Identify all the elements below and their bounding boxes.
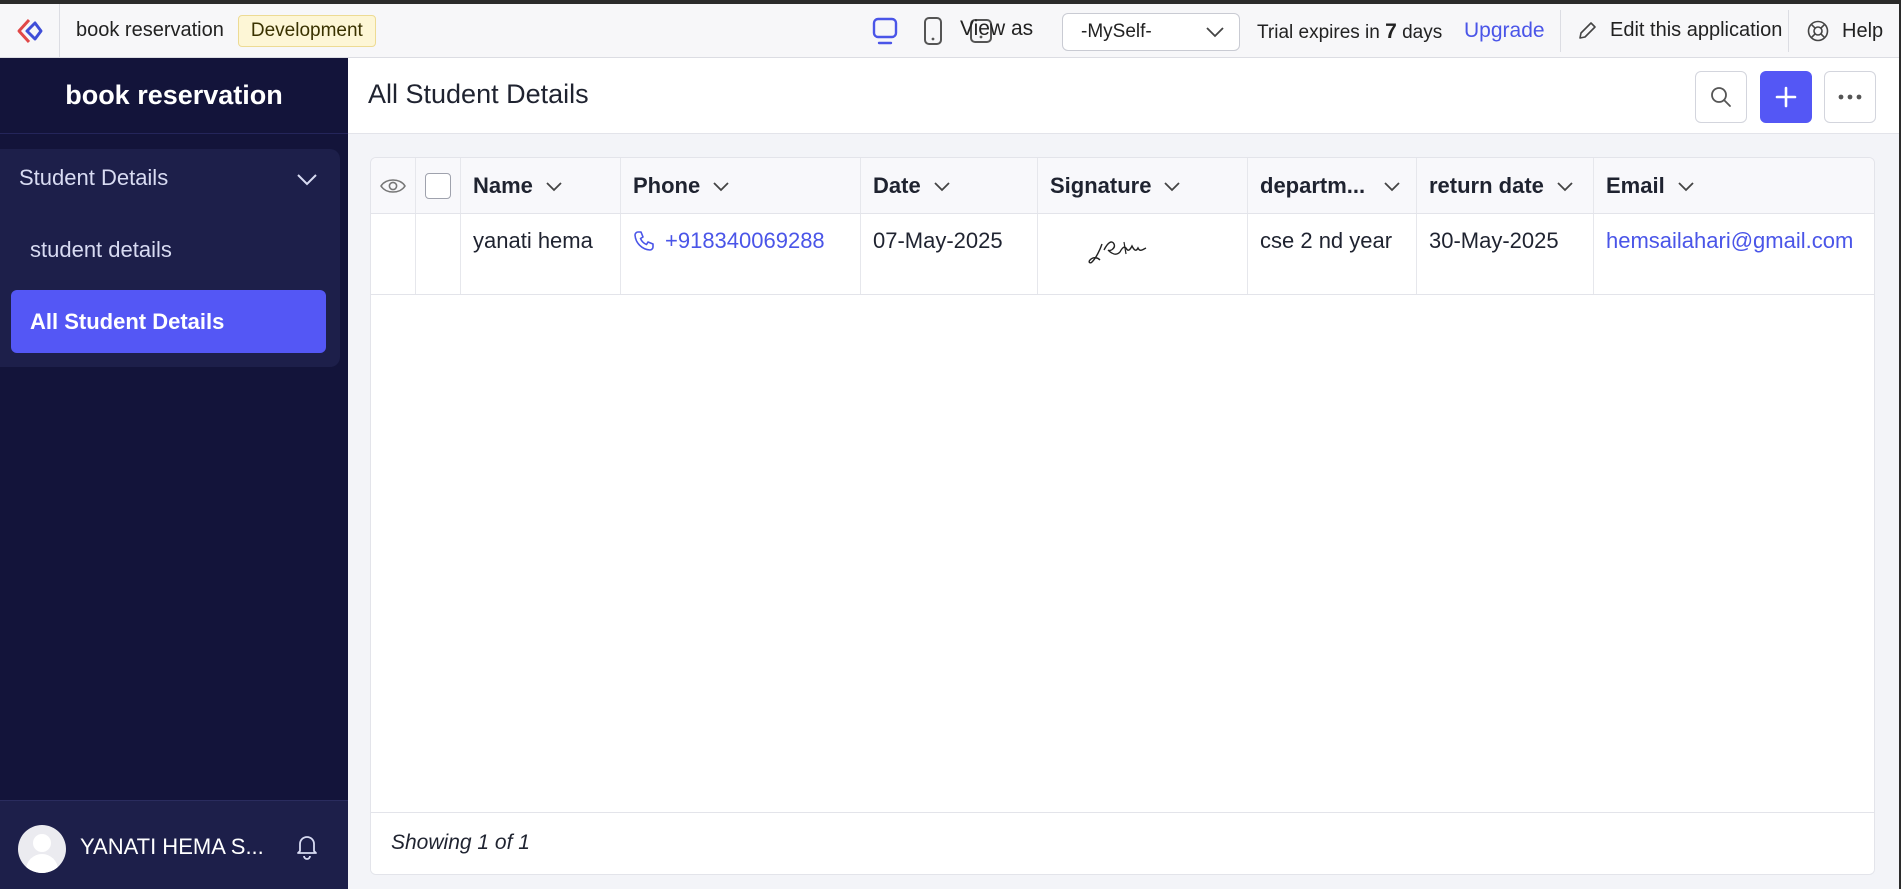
column-header-label: Signature xyxy=(1050,172,1152,198)
cell-date: 07-May-2025 xyxy=(861,214,1038,294)
sidebar-item-all-student-details[interactable]: All Student Details xyxy=(11,290,326,353)
column-header-label: Name xyxy=(473,172,533,198)
logo-icon xyxy=(17,18,42,43)
column-header-date[interactable]: Date xyxy=(861,158,1038,213)
trial-prefix: Trial expires in xyxy=(1257,22,1386,43)
table-row[interactable]: yanati hema +918340069288 07-May-2025 cs… xyxy=(371,214,1874,295)
help-label: Help xyxy=(1842,19,1884,42)
chevron-down-icon xyxy=(1206,27,1224,38)
cell-phone: +918340069288 xyxy=(621,214,861,294)
records-table: Name Phone Date Signature departm... ret… xyxy=(370,157,1875,875)
column-header-return-date[interactable]: return date xyxy=(1417,158,1594,213)
cell-name: yanati hema xyxy=(461,214,621,294)
column-header-department[interactable]: departm... xyxy=(1248,158,1417,213)
cell-signature xyxy=(1038,214,1248,294)
cell-return-date: 30-May-2025 xyxy=(1417,214,1594,294)
email-link[interactable]: hemsailahari@gmail.com xyxy=(1606,228,1853,254)
environment-badge[interactable]: Development xyxy=(237,14,376,47)
chevron-down-icon xyxy=(1557,181,1573,191)
user-name[interactable]: YANATI HEMA S... xyxy=(80,834,264,860)
edit-application-label: Edit this application xyxy=(1610,19,1783,41)
chevron-down-icon xyxy=(1384,181,1400,191)
signature-image[interactable] xyxy=(1080,230,1160,274)
app-name: book reservation xyxy=(76,19,224,41)
trial-notice: Trial expires in 7 days xyxy=(1257,20,1442,44)
phone-number: +918340069288 xyxy=(665,228,825,253)
view-as-select[interactable]: -MySelf- xyxy=(1062,13,1240,51)
edit-application-button[interactable]: Edit this application xyxy=(1576,19,1782,42)
monitor-icon xyxy=(872,17,898,45)
pencil-icon xyxy=(1579,21,1596,39)
column-header-label: Email xyxy=(1606,172,1665,198)
chevron-down-icon xyxy=(934,181,950,191)
column-header-label: Date xyxy=(873,172,921,198)
app-logo[interactable] xyxy=(0,3,60,58)
sidebar: book reservation Student Details student… xyxy=(0,58,348,889)
chevron-down-icon xyxy=(1678,181,1694,191)
column-header-name[interactable]: Name xyxy=(461,158,621,213)
column-header-signature[interactable]: Signature xyxy=(1038,158,1248,213)
more-horizontal-icon xyxy=(1838,94,1862,100)
record-count: Showing 1 of 1 xyxy=(391,831,530,854)
top-bar: book reservation Development View as -My… xyxy=(0,3,1899,58)
column-header-phone[interactable]: Phone xyxy=(621,158,861,213)
plus-icon xyxy=(1775,86,1797,108)
help-lifebuoy-icon xyxy=(1807,20,1829,42)
help-button[interactable]: Help xyxy=(1806,19,1883,43)
select-all-checkbox[interactable] xyxy=(425,172,451,199)
column-visibility-button[interactable] xyxy=(371,158,416,213)
table-footer: Showing 1 of 1 xyxy=(371,812,1874,874)
view-as-value: -MySelf- xyxy=(1081,21,1152,42)
search-icon xyxy=(1711,87,1731,107)
sidebar-item-student-details[interactable]: student details xyxy=(30,237,172,263)
mobile-view-button[interactable] xyxy=(916,14,950,48)
column-header-label: departm... xyxy=(1260,172,1366,198)
cell-email: hemsailahari@gmail.com xyxy=(1594,214,1874,294)
column-header-label: return date xyxy=(1429,172,1544,198)
row-select-cell xyxy=(416,214,461,294)
phone-link[interactable]: +918340069288 xyxy=(633,228,825,254)
desktop-view-button[interactable] xyxy=(868,14,902,48)
chevron-down-icon xyxy=(713,181,729,191)
view-as-label: View as xyxy=(960,17,1034,40)
add-record-button[interactable] xyxy=(1760,71,1812,123)
sidebar-user-footer: YANATI HEMA S... xyxy=(0,800,348,889)
column-header-label: Phone xyxy=(633,172,701,198)
page-title: All Student Details xyxy=(368,79,589,109)
search-button[interactable] xyxy=(1695,71,1747,123)
avatar[interactable] xyxy=(18,825,66,873)
upgrade-link[interactable]: Upgrade xyxy=(1464,19,1545,43)
topbar-divider xyxy=(1788,10,1789,52)
trial-suffix: days xyxy=(1396,22,1443,43)
sidebar-group-header[interactable]: Student Details xyxy=(19,165,168,191)
select-all-checkbox-cell xyxy=(416,158,461,213)
bell-icon[interactable] xyxy=(294,832,320,860)
sidebar-title: book reservation xyxy=(0,58,348,134)
table-header-row: Name Phone Date Signature departm... ret… xyxy=(371,158,1874,214)
row-view-cell xyxy=(371,214,416,294)
topbar-divider xyxy=(1560,10,1561,52)
page-header: All Student Details xyxy=(348,58,1899,134)
eye-icon xyxy=(380,178,406,193)
trial-days: 7 xyxy=(1385,20,1397,43)
more-options-button[interactable] xyxy=(1824,71,1876,123)
phone-icon xyxy=(634,231,654,251)
phone-device-icon xyxy=(924,17,942,45)
main-content: All Student Details Name Phone Date Sign… xyxy=(348,58,1899,889)
chevron-down-icon xyxy=(546,181,562,191)
column-header-email[interactable]: Email xyxy=(1594,158,1874,213)
cell-department: cse 2 nd year xyxy=(1248,214,1417,294)
chevron-down-icon xyxy=(1164,181,1181,191)
chevron-down-icon[interactable] xyxy=(296,171,318,187)
